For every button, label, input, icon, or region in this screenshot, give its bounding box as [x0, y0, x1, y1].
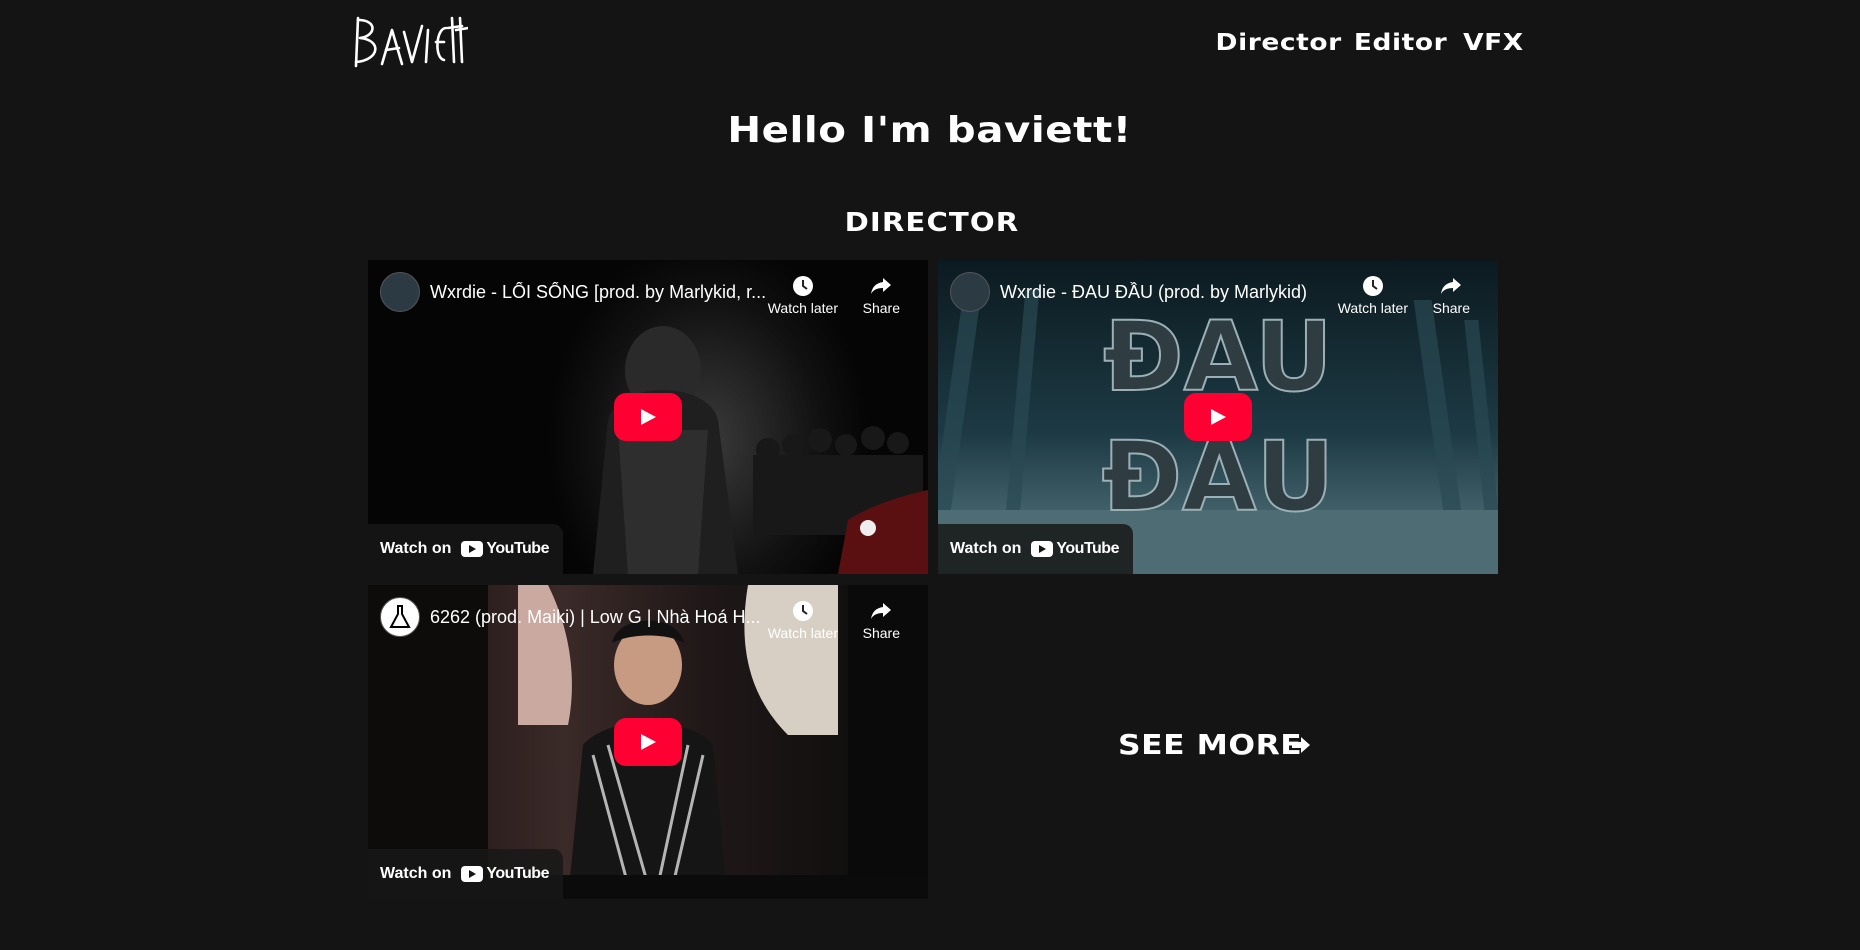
youtube-logo: YouTube: [1031, 540, 1119, 558]
channel-avatar[interactable]: [950, 272, 990, 312]
share-icon: [1441, 278, 1462, 294]
video-embed-3[interactable]: 6262 (prod. Maiki) | Low G | Nhà Hoá H..…: [368, 585, 928, 899]
play-icon: [641, 409, 656, 425]
video-embed-2[interactable]: ĐAU ĐẦU Wxrdie - ĐAU ĐẦU (prod. by Marly…: [938, 260, 1498, 574]
play-button[interactable]: [1184, 393, 1252, 441]
site-logo[interactable]: [352, 12, 468, 70]
watch-later-label: Watch later: [1337, 300, 1408, 316]
watch-later-button[interactable]: Watch later: [768, 597, 838, 641]
watch-later-label: Watch later: [767, 300, 838, 316]
watch-on-label: Watch on: [950, 540, 1022, 557]
video-title-row: Wxrdie - LỐI SỐNG [prod. by Marlykid, r.…: [380, 272, 778, 312]
watch-later-button[interactable]: Watch later: [768, 272, 838, 316]
section-title: DIRECTOR: [844, 208, 1020, 238]
nav-item-vfx[interactable]: VFX: [1463, 30, 1524, 56]
watch-later-label: Watch later: [767, 625, 838, 641]
share-button[interactable]: Share: [863, 597, 900, 641]
hero-title: Hello I'm baviett!: [727, 110, 1133, 151]
channel-avatar[interactable]: [380, 597, 420, 637]
youtube-play-icon: [469, 870, 477, 878]
watch-later-button[interactable]: Watch later: [1338, 272, 1408, 316]
play-icon: [641, 734, 656, 750]
watch-on-label: Watch on: [380, 540, 452, 557]
channel-avatar[interactable]: [380, 272, 420, 312]
share-label: Share: [862, 625, 900, 641]
youtube-play-icon: [1039, 545, 1047, 553]
see-more-link[interactable]: SEE MORE: [1118, 728, 1311, 761]
watch-on-youtube-button[interactable]: Watch on YouTube: [368, 524, 563, 574]
video-title[interactable]: Wxrdie - LỐI SỐNG [prod. by Marlykid, r.…: [430, 282, 766, 303]
share-icon: [871, 278, 892, 294]
youtube-play-icon: [469, 545, 477, 553]
main-nav: Director Editor VFX: [1216, 30, 1524, 56]
play-button[interactable]: [614, 393, 682, 441]
nav-item-director[interactable]: Director: [1216, 30, 1342, 56]
share-button[interactable]: Share: [1433, 272, 1470, 316]
watch-on-label: Watch on: [380, 865, 452, 882]
share-button[interactable]: Share: [863, 272, 900, 316]
video-embed-1[interactable]: Wxrdie - LỐI SỐNG [prod. by Marlykid, r.…: [368, 260, 928, 574]
share-label: Share: [862, 300, 900, 316]
see-more-label: SEE MORE: [1118, 728, 1303, 761]
watch-on-youtube-button[interactable]: Watch on YouTube: [368, 849, 563, 899]
video-title-row: 6262 (prod. Maiki) | Low G | Nhà Hoá H..…: [380, 597, 778, 637]
nav-item-editor[interactable]: Editor: [1354, 30, 1447, 56]
clock-icon: [792, 601, 813, 621]
youtube-logo: YouTube: [461, 865, 549, 883]
play-button[interactable]: [614, 718, 682, 766]
flask-icon: [389, 605, 411, 628]
clock-icon: [1362, 276, 1383, 296]
video-title[interactable]: Wxrdie - ĐAU ĐẦU (prod. by Marlykid): [1000, 282, 1307, 303]
play-icon: [1211, 409, 1226, 425]
share-icon: [871, 603, 892, 619]
clock-icon: [792, 276, 813, 296]
youtube-logo: YouTube: [461, 540, 549, 558]
share-label: Share: [1432, 300, 1470, 316]
video-title-row: Wxrdie - ĐAU ĐẦU (prod. by Marlykid): [950, 272, 1348, 312]
watch-on-youtube-button[interactable]: Watch on YouTube: [938, 524, 1133, 574]
video-title[interactable]: 6262 (prod. Maiki) | Low G | Nhà Hoá H..…: [430, 607, 761, 628]
